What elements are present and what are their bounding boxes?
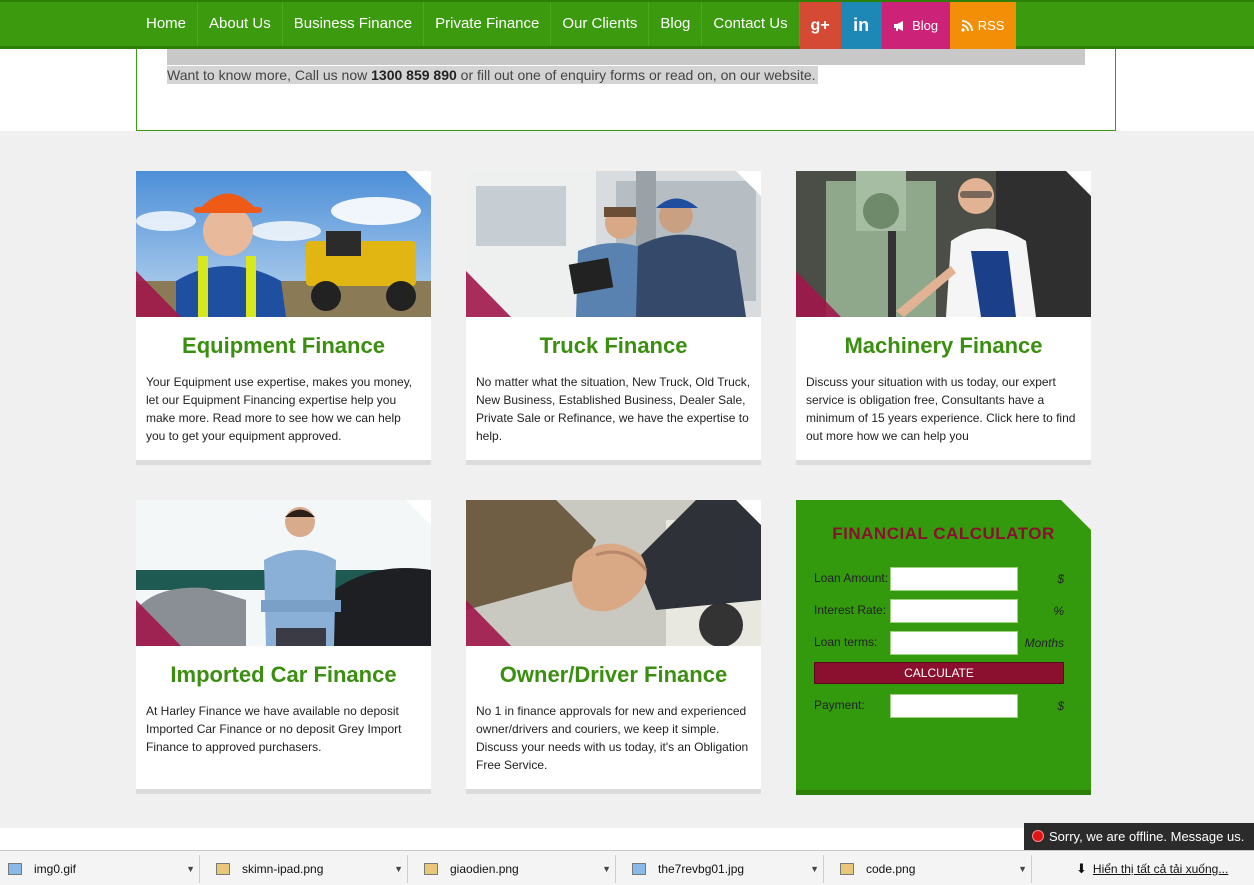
megaphone-icon — [894, 20, 904, 31]
offline-chat-widget[interactable]: Sorry, we are offline. Message us. — [1024, 823, 1254, 850]
loan-amount-row: Loan Amount: $ — [814, 567, 1084, 591]
loan-amount-label: Loan Amount: — [814, 571, 889, 585]
chevron-down-icon[interactable]: ▼ — [810, 855, 819, 883]
intro-band: Want to know more, Call us now 1300 859 … — [0, 49, 1254, 131]
download-filename: giaodien.png — [450, 862, 519, 876]
card-imported-car-finance[interactable]: Imported Car Finance At Harley Finance w… — [136, 500, 431, 794]
truck-finance-image — [466, 171, 761, 317]
chevron-down-icon[interactable]: ▼ — [1018, 855, 1027, 883]
nav-our-clients[interactable]: Our Clients — [551, 2, 650, 46]
download-item[interactable]: the7revbg01.jpg ▼ — [624, 855, 824, 883]
nav-menu: Home About Us Business Finance Private F… — [136, 2, 1016, 49]
financial-calculator: FINANCIAL CALCULATOR Loan Amount: $ Inte… — [796, 500, 1091, 795]
linkedin-button[interactable]: in — [840, 2, 882, 49]
loan-terms-label: Loan terms: — [814, 635, 878, 649]
nav-business-finance[interactable]: Business Finance — [283, 2, 425, 46]
image-file-icon — [8, 863, 22, 875]
calculator-title: FINANCIAL CALCULATOR — [832, 524, 1055, 543]
nav-private-finance[interactable]: Private Finance — [424, 2, 552, 46]
card-description: Discuss your situation with us today, ou… — [806, 375, 1076, 443]
chevron-down-icon[interactable]: ▼ — [602, 855, 611, 883]
card-description: Your Equipment use expertise, makes you … — [146, 375, 413, 443]
chevron-down-icon[interactable]: ▼ — [394, 855, 403, 883]
top-navigation: Home About Us Business Finance Private F… — [0, 0, 1254, 49]
download-item[interactable]: img0.gif ▼ — [0, 855, 200, 883]
card-owner-driver-finance[interactable]: Owner/Driver Finance No 1 in finance app… — [466, 500, 761, 794]
image-file-icon — [840, 863, 854, 875]
call-us-text: Want to know more, Call us now 1300 859 … — [167, 66, 818, 84]
image-file-icon — [424, 863, 438, 875]
card-title[interactable]: Owner/Driver Finance — [466, 662, 761, 688]
loan-terms-input[interactable] — [890, 631, 1018, 655]
payment-output[interactable] — [890, 694, 1018, 718]
loan-terms-unit: Months — [1024, 636, 1064, 650]
call-us-suffix: or fill out one of enquiry forms or read… — [456, 67, 816, 83]
payment-label: Payment: — [814, 698, 865, 712]
blog-social-label: Blog — [912, 18, 939, 33]
download-item[interactable]: giaodien.png ▼ — [416, 855, 616, 883]
rss-icon — [961, 19, 973, 32]
card-title[interactable]: Truck Finance — [466, 333, 761, 359]
show-all-downloads-label: Hiển thị tất cả tải xuống... — [1092, 862, 1229, 876]
calculate-button[interactable]: CALCULATE — [814, 662, 1064, 684]
download-filename: the7revbg01.jpg — [658, 862, 745, 876]
loan-amount-unit: $ — [1057, 572, 1064, 586]
intro-box: Want to know more, Call us now 1300 859 … — [136, 49, 1116, 131]
download-filename: skimn-ipad.png — [242, 862, 324, 876]
google-plus-button[interactable]: g+ — [799, 2, 841, 49]
download-filename: img0.gif — [34, 862, 77, 876]
image-file-icon — [216, 863, 230, 875]
download-arrow-icon: ⬇ — [1076, 861, 1087, 876]
loan-terms-row: Loan terms: Months — [814, 631, 1084, 655]
card-title[interactable]: Machinery Finance — [796, 333, 1091, 359]
download-filename: code.png — [866, 862, 916, 876]
card-equipment-finance[interactable]: Equipment Finance Your Equipment use exp… — [136, 171, 431, 465]
nav-home[interactable]: Home — [136, 2, 199, 46]
card-machinery-finance[interactable]: Machinery Finance Discuss your situation… — [796, 171, 1091, 465]
owner-driver-finance-image — [466, 500, 761, 646]
rss-button[interactable]: RSS — [949, 2, 1016, 49]
nav-blog[interactable]: Blog — [649, 2, 703, 46]
show-all-downloads-link[interactable]: ⬇ Hiển thị tất cả tải xuống... — [1076, 855, 1228, 883]
nav-about-us[interactable]: About Us — [198, 2, 283, 46]
card-title[interactable]: Equipment Finance — [136, 333, 431, 359]
interest-rate-input[interactable] — [890, 599, 1018, 623]
interest-rate-label: Interest Rate: — [814, 603, 887, 617]
card-description: No matter what the situation, New Truck,… — [476, 375, 751, 443]
payment-unit: $ — [1057, 699, 1064, 713]
chevron-down-icon[interactable]: ▼ — [186, 855, 195, 883]
blog-social-button[interactable]: Blog — [881, 2, 950, 49]
card-truck-finance[interactable]: Truck Finance No matter what the situati… — [466, 171, 761, 465]
interest-rate-unit: % — [1053, 604, 1064, 618]
equipment-finance-image — [136, 171, 431, 317]
card-description: At Harley Finance we have available no d… — [146, 704, 402, 754]
phone-number[interactable]: 1300 859 890 — [371, 67, 457, 83]
image-file-icon — [632, 863, 646, 875]
loan-amount-input[interactable] — [890, 567, 1018, 591]
interest-rate-row: Interest Rate: % — [814, 599, 1084, 623]
machinery-finance-image — [796, 171, 1091, 317]
imported-car-finance-image — [136, 500, 431, 646]
card-description: No 1 in finance approvals for new and ex… — [476, 704, 749, 772]
download-item[interactable]: skimn-ipad.png ▼ — [208, 855, 408, 883]
chat-message: Sorry, we are offline. Message us. — [1049, 829, 1245, 844]
linkedin-icon: in — [853, 15, 870, 35]
rss-label: RSS — [977, 18, 1005, 33]
payment-row: Payment: $ — [814, 694, 1084, 718]
selection-strip — [167, 49, 1085, 65]
call-us-prefix: Want to know more, Call us now — [167, 67, 372, 83]
offline-status-icon — [1032, 830, 1044, 842]
nav-contact-us[interactable]: Contact Us — [702, 2, 800, 46]
download-item[interactable]: code.png ▼ — [832, 855, 1032, 883]
card-title[interactable]: Imported Car Finance — [136, 662, 431, 688]
google-plus-icon: g+ — [810, 17, 830, 34]
download-bar: img0.gif ▼ skimn-ipad.png ▼ giaodien.png… — [0, 850, 1254, 885]
